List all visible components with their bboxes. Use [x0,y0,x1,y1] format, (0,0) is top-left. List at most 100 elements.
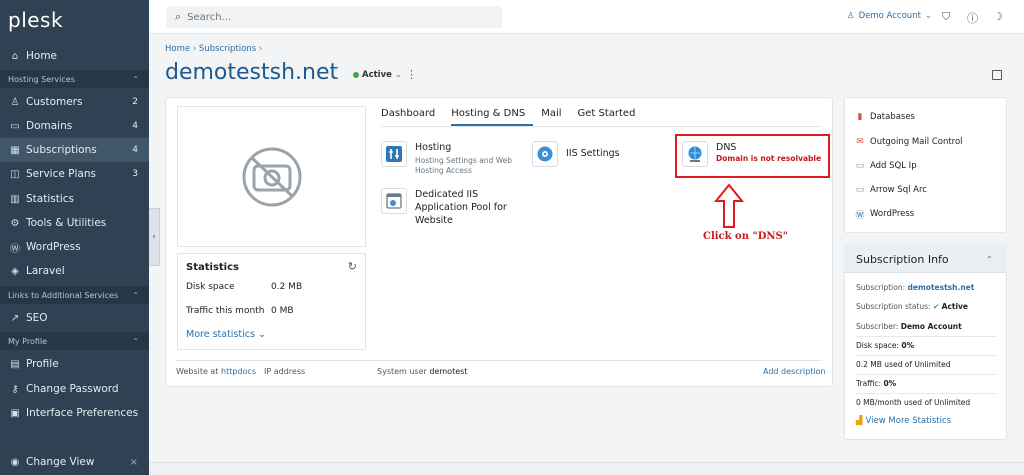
status-badge[interactable]: Active ⌄ [353,70,402,80]
sidebar-item-label: Service Plans [26,168,96,180]
seo-icon: ↗ [10,312,20,324]
hosting-title: Hosting [415,142,452,153]
link-add-sql-ip[interactable]: ▭ Add SQL Ip [855,161,917,171]
sidebar-item-home[interactable]: ⌂ Home [0,44,149,68]
tabs-divider [381,126,821,127]
home-icon: ⌂ [11,50,19,62]
tab-dashboard[interactable]: Dashboard [381,108,443,126]
subscriber-line: Subscriber: Demo Account [856,322,962,331]
disk-label: Disk space [186,282,235,292]
sidebar-item-domains[interactable]: ▭ Domains 4 [0,114,149,138]
dns-tool[interactable]: DNS Domain is not resolvable [682,141,821,167]
link-databases[interactable]: ▮ Databases [855,112,915,122]
bottom-strip [149,462,1024,475]
search-placeholder: Search... [187,11,232,23]
more-menu-icon[interactable]: ⋮ [406,68,417,81]
link-wordpress[interactable]: Ⓦ WordPress [855,209,915,221]
database-icon: ▮ [857,112,863,122]
link-label: Arrow Sql Arc [870,185,927,195]
view-more-label: View More Statistics [865,416,952,426]
httpdocs-link[interactable]: httpdocs [221,367,256,376]
tab-mail[interactable]: Mail [541,108,569,126]
subscriber-label: Subscriber: [856,322,899,331]
sidebar-item-profile[interactable]: ▤ Profile [0,352,149,376]
extensions-icon[interactable]: ⛉ [942,10,950,24]
traffic-line: Traffic: 0% [856,379,896,388]
iis-app-pool-tool[interactable]: Dedicated IIS Application Pool for Websi… [381,188,511,227]
website-at-label: Website at [176,367,219,376]
sidebar-item-label: WordPress [26,241,81,253]
help-icon[interactable]: ⓘ [967,10,978,26]
toggle-panel-icon[interactable] [992,70,1002,80]
sidebar-item-tools[interactable]: ⚙ Tools & Utilities [0,211,149,235]
prefs-icon: ▣ [10,407,20,419]
app-pool-icon [381,188,407,214]
sidebar-item-subscriptions[interactable]: ▦ Subscriptions 4 [0,138,149,162]
user-icon: ♙ [847,11,855,21]
link-label: Outgoing Mail Control [870,137,963,147]
add-description-link[interactable]: Add description [763,367,826,376]
count-badge: 3 [132,169,138,179]
subscription-link[interactable]: demotestsh.net [908,283,975,292]
disk-label: Disk space: [856,341,900,350]
sidebar-item-label: Profile [26,358,59,370]
wordpress-icon: Ⓦ [855,210,865,221]
link-label: WordPress [870,209,915,219]
collapse-sidebar-button[interactable]: ‹ [149,208,160,266]
dns-title: DNS [716,142,737,153]
tab-get-started[interactable]: Get Started [578,108,644,126]
statistics-panel: Statistics ↻ Disk space 0.2 MB Traffic t… [177,253,366,350]
sidebar-item-customers[interactable]: ♙ Customers 2 [0,90,149,114]
search-input[interactable]: ⌕ Search... [166,6,502,28]
status-value: Active [941,302,969,311]
refresh-icon[interactable]: ↻ [348,260,357,273]
hosting-tool[interactable]: Hosting Hosting Settings and Web Hosting… [381,141,525,176]
sidebar-item-change-password[interactable]: ⚷ Change Password [0,377,149,401]
view-more-statistics-link[interactable]: ▟ View More Statistics [856,416,951,426]
sidebar-item-label: Subscriptions [26,144,97,156]
eye-icon: ◉ [10,456,20,468]
disk-value: 0.2 MB [271,282,303,292]
more-statistics-label: More statistics [186,329,255,340]
sidebar-item-change-view[interactable]: ◉ Change View × [0,450,149,474]
sidebar-item-laravel[interactable]: ◈ Laravel [0,259,149,283]
section-hosting-services[interactable]: Hosting Services ⌃ [0,70,149,88]
iis-settings-tool[interactable]: IIS Settings [532,141,620,167]
account-menu[interactable]: ♙ Demo Account ⌄ [847,11,932,21]
breadcrumb-subscriptions[interactable]: Subscriptions [199,44,256,54]
sidebar-item-label: Laravel [26,265,65,277]
close-icon[interactable]: × [130,457,138,468]
link-arrow-sql-arc[interactable]: ▭ Arrow Sql Arc [855,185,927,195]
sidebar-item-wordpress[interactable]: Ⓦ WordPress [0,235,149,259]
sidebar-item-statistics[interactable]: ▥ Statistics [0,187,149,211]
sidebar-item-interface-preferences[interactable]: ▣ Interface Preferences [0,401,149,425]
website-at: Website at httpdocs [176,367,256,376]
page-title: demotestsh.net [165,60,339,85]
traffic-label: Traffic: [856,379,882,388]
section-links[interactable]: Links to Additional Services ⌃ [0,286,149,304]
divider [856,374,996,375]
plesk-logo[interactable]: plesk [8,8,63,32]
tab-hosting-dns[interactable]: Hosting & DNS [451,108,534,126]
chevron-up-icon: ⌃ [132,336,139,346]
grid-icon: ▦ [10,144,20,156]
section-my-profile[interactable]: My Profile ⌃ [0,332,149,350]
system-user: System user demotest [377,367,467,376]
sidebar-item-seo[interactable]: ↗ SEO [0,306,149,330]
sidebar-item-label: Tools & Utilities [26,217,107,229]
annotation-arrow [714,183,744,228]
disk-value: 0% [901,341,915,350]
chevron-up-icon[interactable]: ⌃ [986,255,993,264]
chevron-down-icon[interactable]: ⌄ [330,71,337,80]
dark-mode-icon[interactable]: ☽ [993,10,1003,23]
link-outgoing-mail[interactable]: ✉ Outgoing Mail Control [855,137,963,147]
subscription-label: Subscription: [856,283,906,292]
more-statistics-link[interactable]: More statistics ⌄ [186,329,266,340]
bar-chart-icon: ▟ [856,416,863,426]
sidebar-item-label: Interface Preferences [26,407,139,419]
sidebar-item-service-plans[interactable]: ◫ Service Plans 3 [0,162,149,186]
divider [856,393,996,394]
globe-gear-icon [532,141,558,167]
breadcrumb-home[interactable]: Home [165,44,190,54]
site-preview[interactable] [177,106,366,247]
